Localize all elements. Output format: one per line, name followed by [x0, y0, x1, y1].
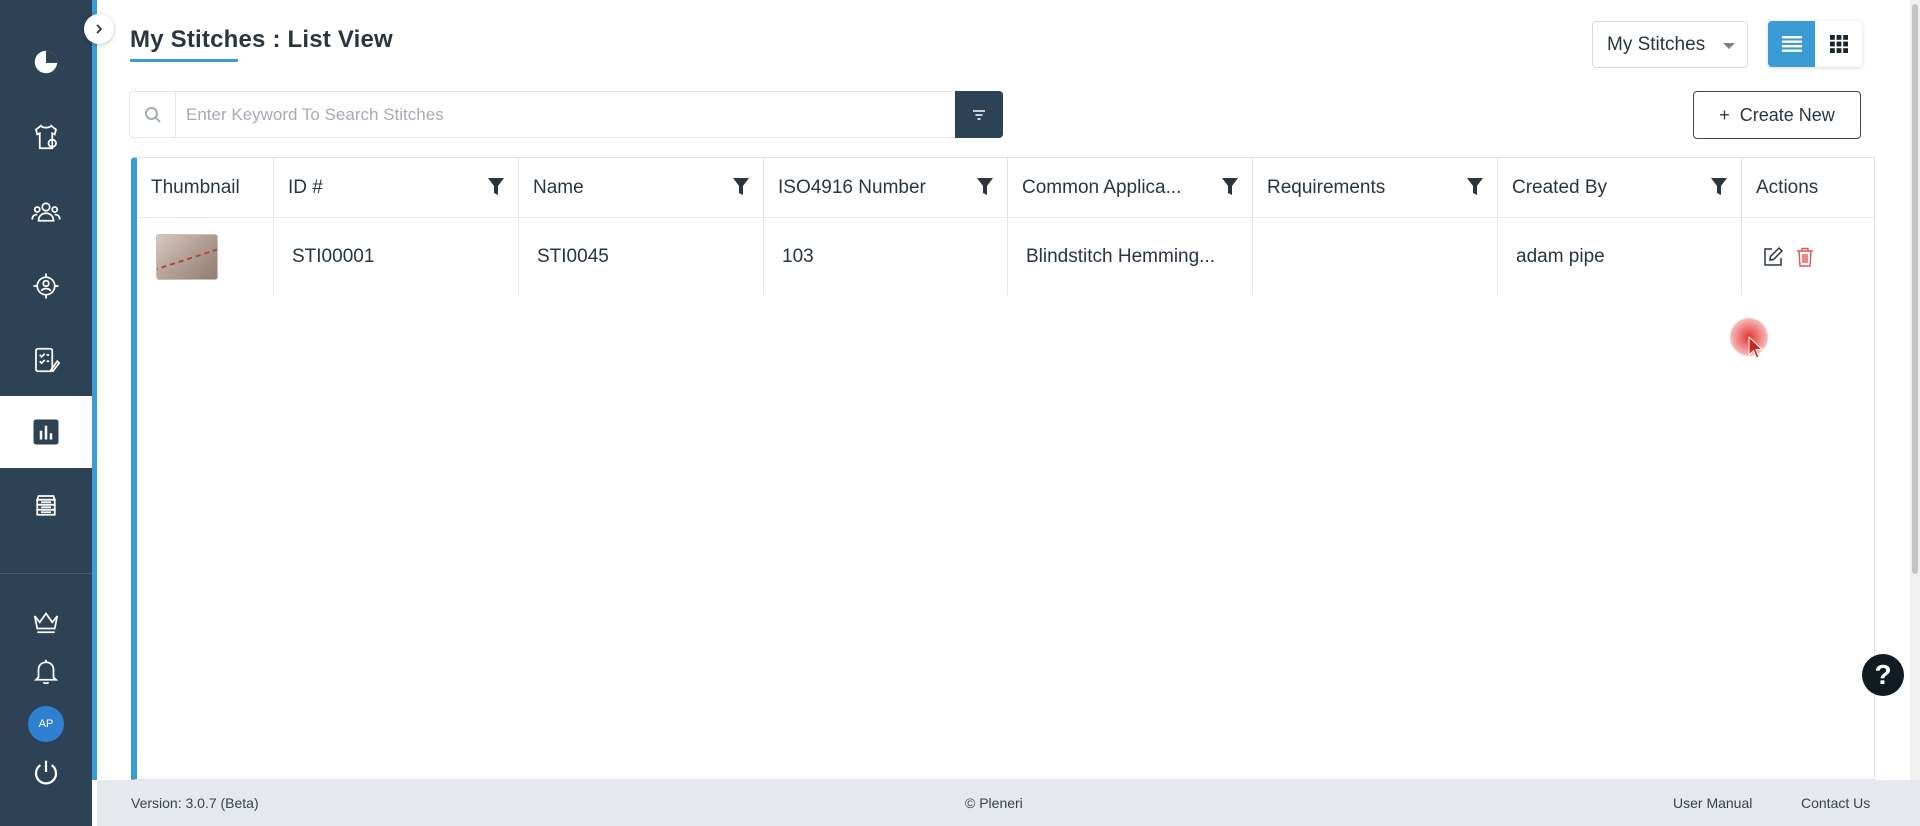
grid-icon: [1829, 35, 1848, 53]
cursor-arrow-icon: [1748, 336, 1764, 359]
table-row[interactable]: STI00001 STI0045 103 Blindstitch Hemming…: [137, 218, 1874, 295]
create-new-label: Create New: [1739, 104, 1835, 125]
contact-us-link[interactable]: Contact Us: [1801, 795, 1870, 811]
requirements-cell: [1253, 218, 1498, 295]
column-label: Requirements: [1267, 177, 1386, 198]
column-header-requirements: Requirements: [1253, 158, 1498, 218]
gear-user-icon: [33, 273, 59, 299]
version-text: Version: 3.0.7 (Beta): [131, 795, 259, 811]
nav-notifications[interactable]: [0, 636, 92, 706]
plus-icon: +: [1719, 104, 1730, 125]
sidebar: AP: [0, 0, 92, 826]
name-cell: STI0045: [519, 218, 764, 295]
crown-icon: [33, 611, 59, 634]
list-view-button[interactable]: [1768, 21, 1815, 67]
search-filter-button[interactable]: [955, 91, 1003, 138]
filter-funnel-icon[interactable]: [1711, 178, 1727, 196]
column-label: ISO4916 Number: [778, 177, 926, 198]
row-actions: [1762, 246, 1814, 268]
trash-icon[interactable]: [1796, 247, 1814, 267]
bell-icon: [33, 659, 59, 685]
column-label: Created By: [1512, 177, 1608, 198]
users-icon: [31, 202, 61, 222]
column-header-created-by: Created By: [1498, 158, 1742, 218]
table-header: Thumbnail ID # Name ISO4916 Number Commo…: [137, 158, 1874, 218]
nav-reports[interactable]: [0, 396, 92, 468]
nav-library[interactable]: [0, 470, 92, 542]
filter-funnel-icon[interactable]: [488, 178, 504, 196]
scrollbar-thumb[interactable]: [1912, 4, 1918, 574]
collection-select-value: My Stitches: [1607, 33, 1706, 55]
garment-icon: [35, 124, 57, 150]
chevron-right-icon: [96, 24, 103, 34]
nav-people[interactable]: [0, 176, 92, 248]
view-toggle: [1768, 21, 1862, 67]
iso-cell: 103: [764, 218, 1008, 295]
checklist-icon: [35, 347, 61, 373]
column-label: Thumbnail: [151, 177, 240, 198]
search-bar: [129, 91, 1003, 138]
stitches-table: Thumbnail ID # Name ISO4916 Number Commo…: [131, 157, 1875, 780]
filter-funnel-icon[interactable]: [733, 178, 749, 196]
create-new-button[interactable]: + Create New: [1693, 91, 1861, 139]
page-title: My Stitches : List View: [130, 26, 393, 53]
column-label: Name: [533, 177, 584, 198]
grid-view-button[interactable]: [1815, 21, 1862, 67]
list-icon: [1781, 36, 1802, 52]
caret-down-icon: [1723, 43, 1735, 49]
search-icon: [130, 92, 176, 137]
column-header-iso: ISO4916 Number: [764, 158, 1008, 218]
help-button[interactable]: ?: [1862, 654, 1904, 696]
nav-garments[interactable]: [0, 101, 92, 173]
filter-funnel-icon[interactable]: [1467, 178, 1483, 196]
scrollbar[interactable]: [1910, 0, 1920, 780]
column-header-actions: Actions: [1742, 158, 1874, 218]
column-header-application: Common Applica...: [1008, 158, 1253, 218]
column-header-thumbnail: Thumbnail: [137, 158, 274, 218]
nav-dashboard[interactable]: [0, 26, 92, 98]
filter-funnel-icon[interactable]: [1222, 178, 1238, 196]
column-header-id: ID #: [274, 158, 519, 218]
column-label: Common Applica...: [1022, 177, 1182, 198]
filter-funnel-icon[interactable]: [977, 178, 993, 196]
pie-chart-icon: [34, 50, 58, 74]
nav-specs[interactable]: [0, 324, 92, 396]
search-input[interactable]: [186, 92, 946, 137]
column-label: Actions: [1756, 177, 1819, 198]
edit-icon[interactable]: [1762, 246, 1784, 268]
copyright-text: © Pleneri: [965, 795, 1023, 811]
nav-suppliers[interactable]: [0, 250, 92, 322]
column-label: ID #: [288, 177, 323, 198]
application-cell: Blindstitch Hemming...: [1008, 218, 1253, 295]
nav-logout[interactable]: [0, 736, 92, 808]
power-icon: [34, 760, 58, 785]
stitch-thumbnail[interactable]: [156, 233, 218, 280]
bar-chart-icon: [33, 419, 59, 445]
id-cell: STI00001: [274, 218, 519, 295]
sidebar-divider: [0, 573, 92, 574]
stack-icon: [36, 495, 56, 516]
footer: Version: 3.0.7 (Beta) © Pleneri User Man…: [97, 780, 1920, 826]
collection-select[interactable]: My Stitches: [1592, 21, 1748, 68]
thumbnail-cell: [137, 218, 274, 295]
sidebar-toggle-button[interactable]: [84, 14, 114, 44]
actions-cell: [1742, 218, 1874, 295]
title-underline: [130, 59, 238, 62]
filter-lines-icon: [973, 109, 985, 120]
user-manual-link[interactable]: User Manual: [1673, 795, 1752, 811]
column-header-name: Name: [519, 158, 764, 218]
created-by-cell: adam pipe: [1498, 218, 1742, 295]
sidebar-accent-bar: [92, 0, 97, 780]
